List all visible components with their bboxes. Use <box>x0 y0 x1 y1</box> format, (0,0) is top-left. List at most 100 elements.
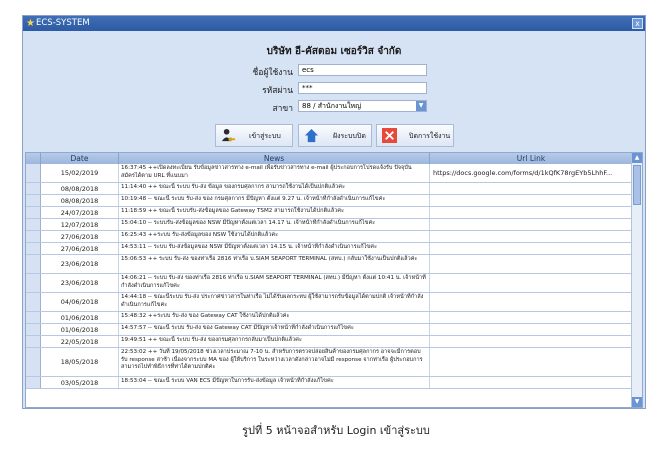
app-window: ★ ECS-SYSTEM x บริษัท อี-คัสตอม เซอร์วิส… <box>22 15 646 409</box>
table-row[interactable]: 18/05/2018 22:53:02 ++ วันที่ 19/05/2018 … <box>26 348 632 377</box>
row-selector[interactable] <box>26 255 41 273</box>
login-button[interactable]: เข้าสู่ระบบ <box>215 124 293 147</box>
table-row[interactable]: 22/05/2018 19:49:51 ++ ขณะนี้ ระบบ รับ-ส่… <box>26 336 632 348</box>
row-selector[interactable] <box>26 324 41 335</box>
table-row[interactable]: 01/06/2018 15:48:32 ++ระบบ รับ-ส่ง ของ Ga… <box>26 312 632 324</box>
scroll-down-icon[interactable]: ▼ <box>632 397 642 407</box>
url-column-header[interactable]: Url Link <box>430 153 632 164</box>
row-selector[interactable] <box>26 183 41 194</box>
row-url[interactable] <box>430 207 632 218</box>
table-row[interactable]: 04/06/2018 14:44:18 -- ขณะนี้ระบบ รับ-ส่ง… <box>26 293 632 312</box>
row-news: 19:49:51 ++ ขณะนี้ ระบบ รับ-ส่ง ของกรมศุ… <box>119 336 430 347</box>
row-news: 18:53:04 -- ขณะนี้ ระบบ VAN ECS มีปัญหาใ… <box>119 377 430 388</box>
row-url[interactable] <box>430 219 632 230</box>
table-row[interactable]: 27/06/2018 16:25:43 ++ระบบ รับ-ส่งข้อมูลข… <box>26 231 632 243</box>
branch-label: สาขา <box>272 104 293 114</box>
date-column-header[interactable]: Date <box>41 153 119 164</box>
row-date: 27/06/2018 <box>41 243 119 254</box>
row-selector[interactable] <box>26 377 41 388</box>
row-date: 01/06/2018 <box>41 312 119 323</box>
user-key-icon <box>221 128 236 142</box>
table-row[interactable]: 24/07/2018 11:18:59 ++ ขณะนี้ ระบบรับ-ส่ง… <box>26 207 632 219</box>
row-date: 27/06/2018 <box>41 231 119 242</box>
row-news: 22:53:02 ++ วันที่ 19/05/2018 ช่วงเวลาปร… <box>119 348 430 376</box>
table-row[interactable]: 27/06/2018 14:53:11 -- ระบบ รับ-ส่งข้อมูล… <box>26 243 632 255</box>
table-row[interactable]: 01/06/2018 14:57:57 -- ขณะนี้ ระบบ รับ-ส่… <box>26 324 632 336</box>
row-url[interactable] <box>430 312 632 323</box>
row-news: 16:25:43 ++ระบบ รับ-ส่งข้อมูลของ NSW ใช้… <box>119 231 430 242</box>
row-url[interactable] <box>430 274 632 292</box>
row-selector[interactable] <box>26 336 41 347</box>
row-news: 14:44:18 -- ขณะนี้ระบบ รับ-ส่ง ประกาศข่า… <box>119 293 430 311</box>
row-url[interactable] <box>430 324 632 335</box>
password-input[interactable]: *** <box>298 82 427 94</box>
username-label: ชื่อผู้ใช้งาน <box>252 68 293 78</box>
home-button[interactable]: ฝังระบบปิด <box>298 124 372 147</box>
row-date: 04/06/2018 <box>41 293 119 311</box>
row-news: 16:37:45 ++เปิดลงทะเบียน รับข้อมูลข่าวสา… <box>119 164 430 182</box>
row-selector[interactable] <box>26 164 41 182</box>
grid-rows: 15/02/2019 16:37:45 ++เปิดลงทะเบียน รับข้… <box>26 164 632 389</box>
branch-select[interactable]: 88 / สำนักงานใหญ่ ▼ <box>298 100 427 112</box>
news-grid[interactable]: Date News Url Link 15/02/2019 16:37:45 ++… <box>25 152 643 408</box>
row-url[interactable]: https://docs.google.com/forms/d/1kQfK78r… <box>430 164 632 182</box>
row-news: 14:06:21 -- ระบบ รับ-ส่ง ของท่าเรือ 2816… <box>119 274 430 292</box>
company-name: บริษัท อี-คัสตอม เซอร์วิส จำกัด <box>266 46 402 57</box>
username-input[interactable]: ecs <box>298 64 427 76</box>
scroll-thumb[interactable] <box>633 165 641 205</box>
row-selector[interactable] <box>26 274 41 292</box>
row-selector[interactable] <box>26 348 41 376</box>
table-row[interactable]: 15/02/2019 16:37:45 ++เปิดลงทะเบียน รับข้… <box>26 164 632 183</box>
row-date: 08/08/2018 <box>41 183 119 194</box>
row-selector[interactable] <box>26 243 41 254</box>
row-news: 15:48:32 ++ระบบ รับ-ส่ง ของ Gateway CAT … <box>119 312 430 323</box>
star-icon: ★ <box>26 18 35 29</box>
row-selector[interactable] <box>26 195 41 206</box>
close-app-button[interactable]: ปิดการใช้งาน <box>376 124 454 147</box>
table-row[interactable]: 23/06/2018 14:06:21 -- ระบบ รับ-ส่ง ของท่… <box>26 274 632 293</box>
row-url[interactable] <box>430 243 632 254</box>
row-url[interactable] <box>430 377 632 388</box>
row-url[interactable] <box>430 293 632 311</box>
chevron-down-icon[interactable]: ▼ <box>416 101 426 111</box>
table-row[interactable]: 08/08/2018 11:14:40 ++ ขณะนี้ ระบบ รับ-ส่… <box>26 183 632 195</box>
table-row[interactable]: 03/05/2018 18:53:04 -- ขณะนี้ ระบบ VAN EC… <box>26 377 632 389</box>
password-label: รหัสผ่าน <box>262 86 293 96</box>
title-bar: ★ ECS-SYSTEM x <box>23 16 645 31</box>
table-row[interactable]: 08/08/2018 10:19:48 -- ขณะนี้ ระบบ รับ-ส่… <box>26 195 632 207</box>
scroll-up-icon[interactable]: ▲ <box>632 153 642 163</box>
close-app-button-label: ปิดการใช้งาน <box>409 132 451 140</box>
row-date: 01/06/2018 <box>41 324 119 335</box>
row-date: 08/08/2018 <box>41 195 119 206</box>
row-news: 14:57:57 -- ขณะนี้ ระบบ รับ-ส่ง ของ Gate… <box>119 324 430 335</box>
window-close-button[interactable]: x <box>632 18 643 29</box>
row-selector[interactable] <box>26 207 41 218</box>
row-selector-header <box>26 153 41 164</box>
row-url[interactable] <box>430 255 632 273</box>
grid-header: Date News Url Link <box>26 153 632 164</box>
home-icon <box>304 128 319 143</box>
row-selector[interactable] <box>26 231 41 242</box>
row-date: 12/07/2018 <box>41 219 119 230</box>
vertical-scrollbar[interactable]: ▲ ▼ <box>631 153 642 407</box>
row-news: 14:53:11 -- ระบบ รับ-ส่งข้อมูลของ NSW มี… <box>119 243 430 254</box>
row-url[interactable] <box>430 348 632 376</box>
row-selector[interactable] <box>26 219 41 230</box>
row-date: 03/05/2018 <box>41 377 119 388</box>
row-url[interactable] <box>430 195 632 206</box>
table-row[interactable]: 23/06/2018 15:06:53 ++ ระบบ รับ-ส่ง ของท่… <box>26 255 632 274</box>
row-url[interactable] <box>430 336 632 347</box>
row-selector[interactable] <box>26 312 41 323</box>
table-row[interactable]: 12/07/2018 15:04:10 -- ระบบรับ-ส่งข้อมูลข… <box>26 219 632 231</box>
news-column-header[interactable]: News <box>119 153 430 164</box>
row-url[interactable] <box>430 183 632 194</box>
home-button-label: ฝังระบบปิด <box>333 132 366 140</box>
row-selector[interactable] <box>26 293 41 311</box>
red-x-icon <box>382 128 397 143</box>
figure-caption: รูปที่ 5 หน้าจอสำหรับ Login เข้าสู่ระบบ <box>242 424 430 437</box>
row-news: 11:14:40 ++ ขณะนี้ ระบบ รับ-ส่ง ข้อมูล ข… <box>119 183 430 194</box>
branch-value: 88 / สำนักงานใหญ่ <box>302 102 362 110</box>
row-date: 23/06/2018 <box>41 255 119 273</box>
row-news: 15:06:53 ++ ระบบ รับ-ส่ง ของท่าเรือ 2816… <box>119 255 430 273</box>
row-url[interactable] <box>430 231 632 242</box>
